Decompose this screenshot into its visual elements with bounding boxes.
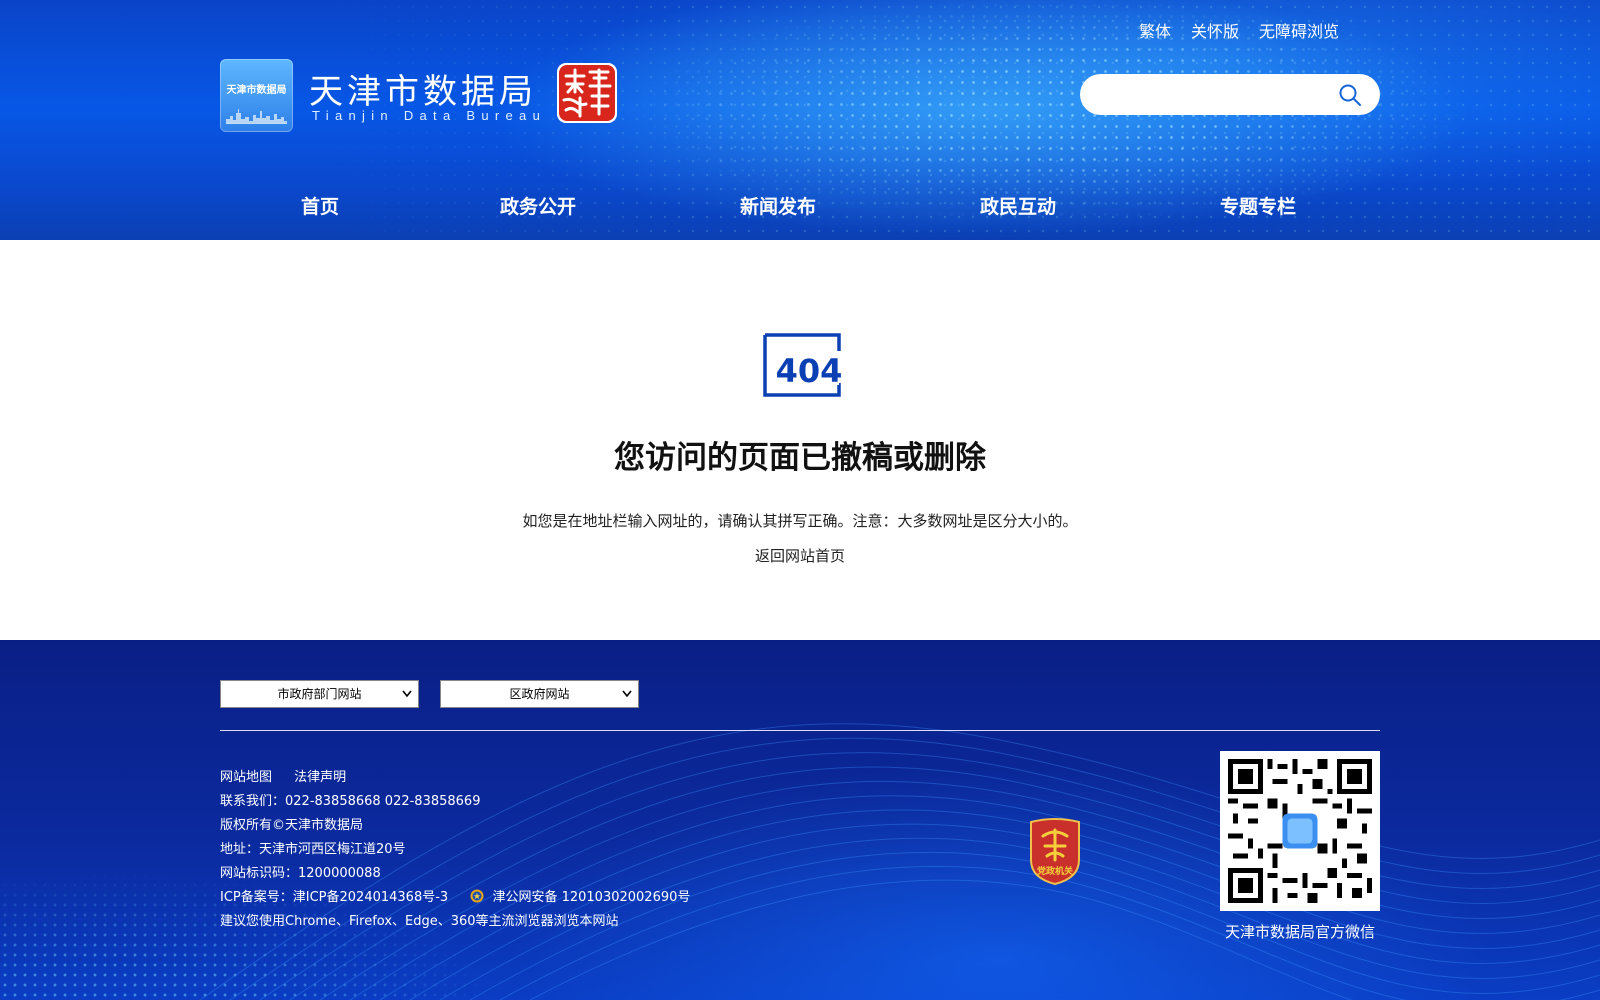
back-home-link[interactable]: 返回网站首页 <box>755 547 845 565</box>
error-description: 如您是在地址栏输入网址的，请确认其拼写正确。注意：大多数网址是区分大小的。 <box>522 512 1078 530</box>
error-code: 404 <box>776 352 841 390</box>
city-department-sites-select[interactable]: 市政府部门网站 <box>220 680 419 708</box>
site-subtitle: Tianjin Data Bureau <box>312 108 547 123</box>
nav-item-home[interactable]: 首页 <box>301 192 339 219</box>
chevron-down-icon <box>402 690 412 698</box>
footer-divider <box>220 730 1380 731</box>
site-logo[interactable]: 天津市数据局 <box>220 59 293 132</box>
police-badge-icon <box>470 888 484 903</box>
accessibility-link[interactable]: 无障碍浏览 <box>1259 18 1339 42</box>
wechat-qr-code <box>1220 751 1380 911</box>
error-content: 404 您访问的页面已撤稿或删除 如您是在地址栏输入网址的，请确认其拼写正确。注… <box>0 240 1600 640</box>
address: 地址：天津市河西区梅江道20号 <box>220 842 406 857</box>
nav-item-interaction[interactable]: 政民互动 <box>980 192 1056 219</box>
traditional-chinese-link[interactable]: 繁体 <box>1139 18 1171 42</box>
error-title: 您访问的页面已撤稿或删除 <box>614 440 986 476</box>
search-input[interactable] <box>1096 74 1330 117</box>
qr-caption: 天津市数据局官方微信 <box>1224 923 1375 941</box>
district-government-sites-select[interactable]: 区政府网站 <box>440 680 639 708</box>
party-badge-text: 党政机关 <box>1037 865 1073 877</box>
skyline-icon <box>226 107 287 124</box>
district-government-sites-value: 区政府网站 <box>509 687 570 701</box>
site-id: 网站标识码：1200000088 <box>220 866 381 881</box>
legal-notice-link[interactable]: 法律声明 <box>294 770 346 785</box>
site-title: 天津市数据局 <box>309 72 537 112</box>
logo-text: 天津市数据局 <box>226 85 287 96</box>
qr-code-icon <box>1228 759 1372 903</box>
nav-item-news[interactable]: 新闻发布 <box>740 192 816 219</box>
icp-record-link[interactable]: ICP备案号：津ICP备2024014368号-3 <box>220 890 448 905</box>
search-box <box>1080 74 1380 117</box>
error-404-icon: 404 <box>763 333 842 397</box>
party-government-badge-icon[interactable]: 党政机关 <box>1025 816 1085 886</box>
city-department-sites-value: 市政府部门网站 <box>277 687 362 701</box>
site-header: 繁体 关怀版 无障碍浏览 天津市数据局 天津市数据局 Tianjin Data … <box>0 0 1600 240</box>
nav-item-government-affairs[interactable]: 政务公开 <box>500 192 576 219</box>
sitemap-link[interactable]: 网站地图 <box>220 770 272 785</box>
footer-info: 网站地图 法律声明 联系我们：022-83858668 022-83858669… <box>220 766 690 934</box>
search-icon[interactable] <box>1338 83 1362 107</box>
nav-item-special-topics[interactable]: 专题专栏 <box>1220 192 1296 219</box>
site-footer: 市政府部门网站 区政府网站 网站地图 法律声明 联系我们：022-8385866… <box>0 640 1600 1000</box>
contact-info: 联系我们：022-83858668 022-83858669 <box>220 794 481 809</box>
browser-note: 建议您使用Chrome、Firefox、Edge、360等主流浏览器浏览本网站 <box>220 914 619 929</box>
copyright: 版权所有©天津市数据局 <box>220 818 364 833</box>
top-links: 繁体 关怀版 无障碍浏览 <box>1139 18 1339 42</box>
tianjin-seal-logo <box>556 62 618 124</box>
care-version-link[interactable]: 关怀版 <box>1191 18 1239 42</box>
chevron-down-icon <box>622 690 632 698</box>
main-nav: 首页 政务公开 新闻发布 政民互动 专题专栏 <box>0 192 1600 222</box>
police-record-link[interactable]: 津公网安备 12010302002690号 <box>492 890 690 905</box>
